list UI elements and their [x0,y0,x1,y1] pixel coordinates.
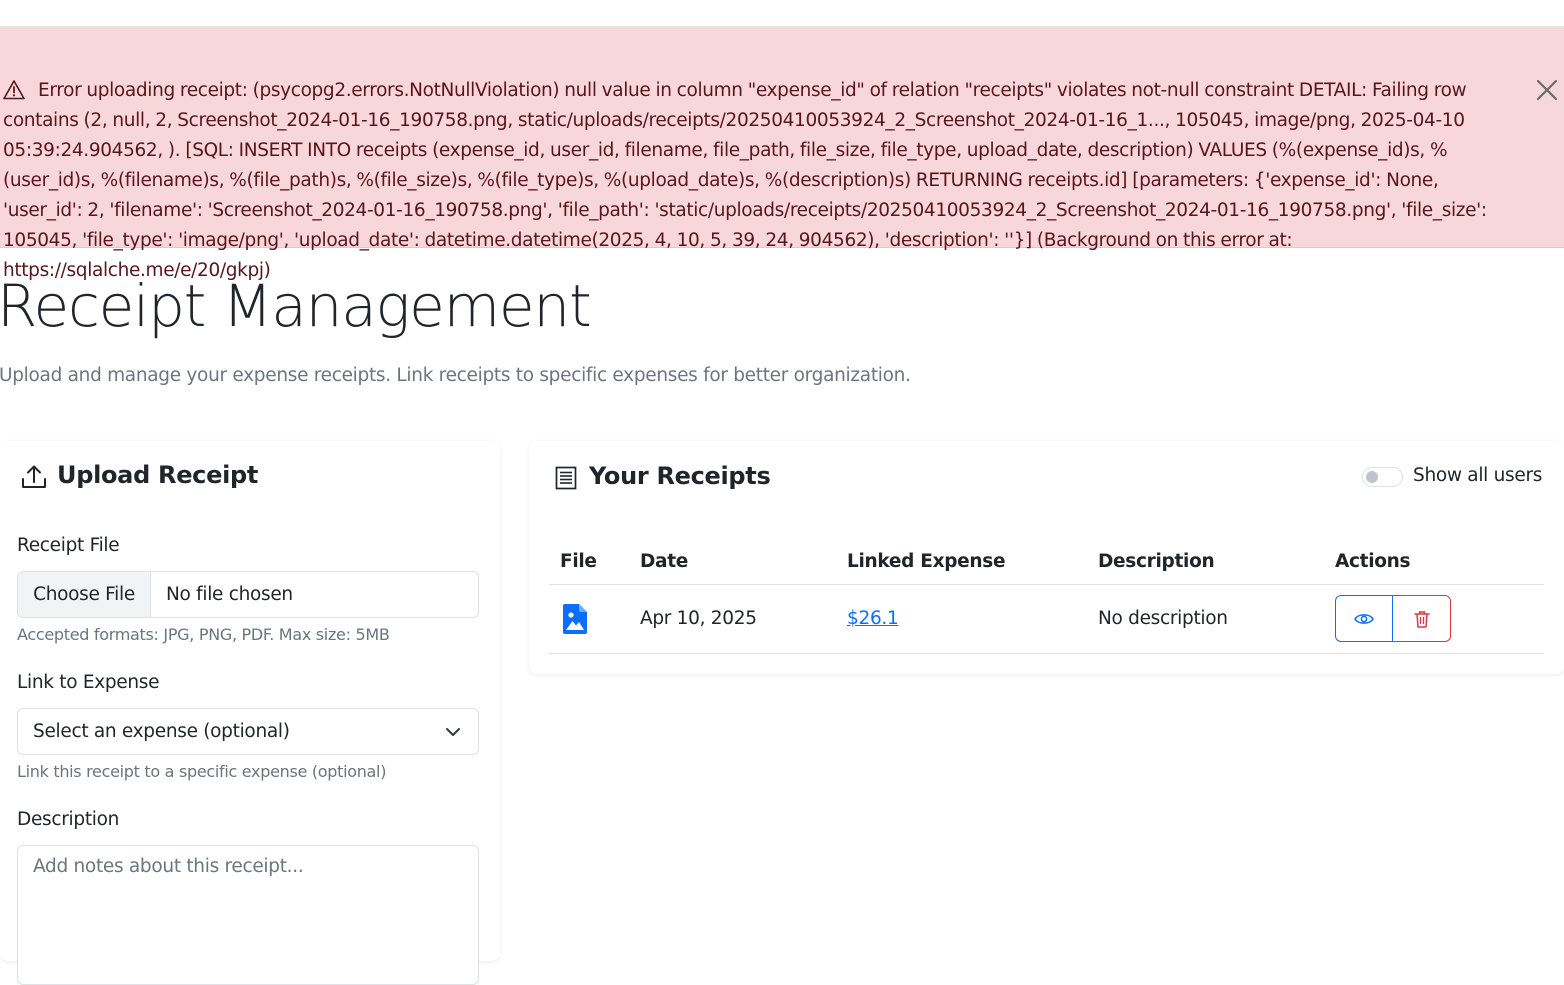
your-receipts-card: Your Receipts Show all users File Date L… [529,441,1564,674]
column-header-description: Description [1087,540,1324,585]
receipt-file-label: Receipt File [17,535,120,556]
eye-icon [1354,613,1374,624]
receipts-table: File Date Linked Expense Description Act… [549,540,1544,654]
date-cell: Apr 10, 2025 [629,584,836,654]
receipts-card-title: Your Receipts [589,462,771,490]
page-title: Receipt Management [0,272,592,340]
trash-icon [1413,610,1430,628]
receipt-icon [555,466,577,490]
description-textarea[interactable]: Add notes about this receipt... [17,845,479,985]
error-alert-message: Error uploading receipt: (psycopg2.error… [3,80,1492,281]
column-header-file: File [549,540,629,585]
description-placeholder: Add notes about this receipt... [33,856,304,877]
expense-help-text: Link this receipt to a specific expense … [17,762,387,781]
chevron-down-icon [446,728,460,736]
table-row: Apr 10, 2025 $26.1 No description [549,584,1544,654]
upload-receipt-card: Upload Receipt Receipt File Choose File … [0,441,500,985]
close-icon[interactable] [1534,77,1560,103]
image-file-icon[interactable] [563,603,587,634]
description-cell: No description [1087,584,1324,654]
file-help-text: Accepted formats: JPG, PNG, PDF. Max siz… [17,625,390,644]
receipt-file-input[interactable]: Choose File No file chosen [17,571,479,618]
column-header-actions: Actions [1324,540,1544,585]
expense-select[interactable]: Select an expense (optional) [17,708,479,755]
show-all-users-toggle[interactable] [1362,467,1403,487]
table-header-row: File Date Linked Expense Description Act… [549,540,1544,585]
top-navbar [0,0,1564,27]
show-all-users-label: Show all users [1413,465,1543,486]
expense-select-value: Select an expense (optional) [33,721,290,742]
linked-expense-link[interactable]: $26.1 [847,608,899,629]
page-lead: Upload and manage your expense receipts.… [0,365,911,386]
delete-receipt-button[interactable] [1393,595,1451,642]
error-alert: Error uploading receipt: (psycopg2.error… [0,27,1564,281]
file-cell [549,584,629,654]
column-header-date: Date [629,540,836,585]
choose-file-button[interactable]: Choose File [18,572,151,617]
upload-icon [22,465,46,488]
link-expense-label: Link to Expense [17,672,160,693]
actions-cell [1324,584,1544,654]
linked-expense-cell: $26.1 [836,584,1087,654]
view-receipt-button[interactable] [1335,595,1393,642]
upload-card-title: Upload Receipt [57,461,259,489]
description-label: Description [17,809,120,830]
toggle-knob [1366,471,1378,483]
actions-button-group [1335,595,1451,642]
file-status: No file chosen [166,584,293,605]
column-header-linked-expense: Linked Expense [836,540,1087,585]
